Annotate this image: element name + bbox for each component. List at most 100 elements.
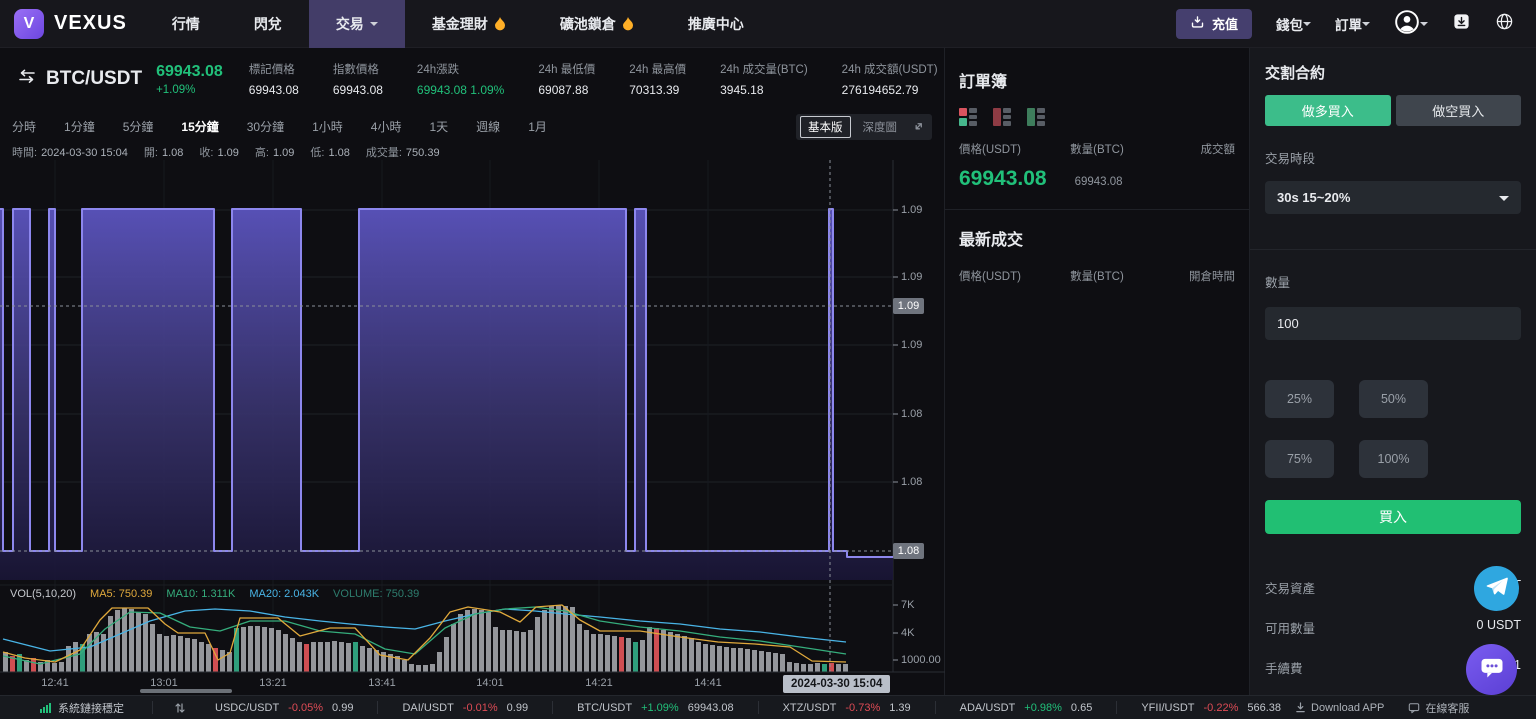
timeframe-5分鐘[interactable]: 5分鐘 xyxy=(123,118,154,135)
orderbook-view-both-icon[interactable] xyxy=(959,108,977,126)
live-chat-button[interactable] xyxy=(1466,644,1517,695)
divider xyxy=(152,701,153,714)
percent-button-25[interactable]: 25% xyxy=(1265,380,1334,418)
download-app-link[interactable]: Download APP xyxy=(1295,702,1384,714)
deposit-icon xyxy=(1190,15,1205,33)
tab-depth-view[interactable]: 深度圖 xyxy=(855,116,906,138)
orderbook-view-asks-icon[interactable] xyxy=(993,108,1011,126)
pair-symbol: BTC/USDT xyxy=(46,68,143,89)
chevron-down-icon xyxy=(1362,21,1370,30)
col-amount: 數量(BTC) xyxy=(1070,271,1124,283)
divider xyxy=(377,701,379,714)
expand-chart-icon[interactable] xyxy=(909,120,928,133)
connection-status-label: 系統鏈接穩定 xyxy=(58,702,124,715)
trades-columns: 價格(USDT) 數量(BTC) 開倉時間 xyxy=(959,268,1235,284)
ohlc-readout: 時間: 2024-03-30 15:04 開: 1.08 收: 1.09 高: 1.09 低: 1… xyxy=(0,143,944,160)
ticker-pair-usdc[interactable]: USDC/USDT -0.05% 0.99 xyxy=(215,702,353,714)
orderbook-last-price-row: 69943.08 69943.08 xyxy=(959,167,1235,191)
price-change: +1.09% xyxy=(156,83,196,96)
ticker-pair-name: BTC/USDT xyxy=(577,701,633,714)
percent-button-100[interactable]: 100% xyxy=(1359,440,1428,478)
info-label: 手續費 xyxy=(1265,662,1303,676)
chat-bubble-icon xyxy=(1478,653,1506,686)
timeframe-4小時[interactable]: 4小時 xyxy=(371,118,402,135)
stat-label: 標記價格 xyxy=(248,64,295,76)
period-value: 30s 15~20% xyxy=(1277,190,1351,205)
timeframe-分時[interactable]: 分時 xyxy=(12,118,36,135)
nav-item-5[interactable]: 礦池鎖倉 xyxy=(533,0,661,48)
timeframe-bar: 分時 1分鐘 5分鐘 15分鐘 30分鐘 1小時 4小時 1天 週線 1月 基本版 深度圖 xyxy=(0,110,944,143)
trade-info-row: 可用數量 0 USDT xyxy=(1265,618,1521,637)
time-axis-label: 14:21 xyxy=(585,677,613,689)
buy-button[interactable]: 買入 xyxy=(1265,500,1521,534)
timeframe-1分鐘[interactable]: 1分鐘 xyxy=(64,118,95,135)
volume-axis-label: 1000.00 xyxy=(901,654,941,666)
ticker-pair-xtz[interactable]: XTZ/USDT -0.73% 1.39 xyxy=(783,702,911,714)
time-axis-label: 13:01 xyxy=(150,677,178,689)
candlestick-chart[interactable]: 1.09 1.09 1.09 1.08 1.08 1.09 1.08 7K 4K 1000.00 1… xyxy=(0,160,945,695)
info-label: 交易資產 xyxy=(1265,582,1316,596)
orders-menu[interactable]: 訂單 xyxy=(1335,14,1370,34)
time-axis-label: 14:41 xyxy=(694,677,722,689)
timeframe-30分鐘[interactable]: 30分鐘 xyxy=(247,118,284,135)
ticker-pair-change: -0.05% xyxy=(288,701,324,714)
nav-item-3[interactable]: 交易 xyxy=(308,0,405,48)
nav-item-1[interactable]: 行情 xyxy=(145,0,227,48)
ohlc-field: 高: 1.09 xyxy=(254,146,295,159)
tab-basic-view[interactable]: 基本版 xyxy=(800,115,851,138)
y-axis-label: 1.08 xyxy=(901,408,923,420)
ticker-pair-btc[interactable]: BTC/USDT +1.09% 69943.08 xyxy=(577,702,734,714)
ticker-pair-price: 0.99 xyxy=(506,701,529,714)
pair-stat: 指數價格 69943.08 xyxy=(333,61,383,97)
timeframe-1天[interactable]: 1天 xyxy=(429,118,448,135)
period-select[interactable]: 30s 15~20% xyxy=(1265,181,1521,214)
swap-pair-icon[interactable] xyxy=(18,69,36,89)
amount-input[interactable] xyxy=(1265,307,1521,340)
download-app-button[interactable] xyxy=(1452,12,1471,36)
stat-value: 69087.88 xyxy=(538,83,589,97)
language-selector[interactable] xyxy=(1495,12,1514,36)
timeframe-週線[interactable]: 週線 xyxy=(476,118,500,135)
ohlc-field: 低: 1.08 xyxy=(310,146,350,159)
orderbook-columns: 價格(USDT) 數量(BTC) 成交額 xyxy=(959,141,1235,157)
chevron-down-icon xyxy=(1499,195,1509,206)
nav-item-4[interactable]: 基金理財 xyxy=(405,0,533,48)
ticker-pair-name: YFII/USDT xyxy=(1141,701,1195,714)
chart-scrollbar-thumb[interactable] xyxy=(140,689,232,693)
percent-button-75[interactable]: 75% xyxy=(1265,440,1334,478)
nav-item-2[interactable]: 閃兌 xyxy=(227,0,309,48)
chart-canvas[interactable] xyxy=(0,160,945,695)
flame-icon xyxy=(494,16,505,30)
timeframe-1小時[interactable]: 1小時 xyxy=(312,118,343,135)
account-menu[interactable] xyxy=(1394,9,1428,38)
wallet-menu[interactable]: 錢包 xyxy=(1276,14,1311,34)
y-axis-label: 1.08 xyxy=(901,476,923,488)
nav-item-label: 礦池鎖倉 xyxy=(559,15,616,32)
divider xyxy=(945,209,1249,210)
volume-axis-label: 4K xyxy=(901,627,915,639)
percent-button-50[interactable]: 50% xyxy=(1359,380,1428,418)
volume-legend: VOL(5,10,20) MA5: 750.39 MA10: 1.311K MA20:… xyxy=(10,588,419,600)
col-total: 成交額 xyxy=(1200,144,1236,156)
timeframe-1月[interactable]: 1月 xyxy=(528,118,547,135)
wallet-label: 錢包 xyxy=(1276,17,1303,33)
pair-stat: 24h 成交額(USDT) 276194652.79 xyxy=(842,61,938,97)
timeframe-15分鐘[interactable]: 15分鐘 xyxy=(181,118,218,135)
ticker-pair-dai[interactable]: DAI/USDT -0.01% 0.99 xyxy=(402,702,528,714)
online-support-link[interactable]: 在線客服 xyxy=(1408,700,1469,716)
ticker-pair-yfii[interactable]: YFII/USDT -0.22% 566.38 xyxy=(1141,702,1281,714)
ohlc-field: 成交量: 750.39 xyxy=(365,146,440,159)
long-buy-button[interactable]: 做多買入 xyxy=(1265,95,1391,126)
stat-value: 3945.18 xyxy=(720,83,764,97)
nav-item-6[interactable]: 推廣中心 xyxy=(661,0,771,48)
orderbook-view-bids-icon[interactable] xyxy=(1027,108,1045,126)
ticker-pair-ada[interactable]: ADA/USDT +0.98% 0.65 xyxy=(960,702,1093,714)
recharge-button[interactable]: 充值 xyxy=(1175,8,1252,39)
ticker-pair-change: -0.01% xyxy=(462,701,498,714)
brand[interactable]: V VEXUS xyxy=(0,8,145,39)
telegram-button[interactable] xyxy=(1474,566,1519,611)
short-buy-button[interactable]: 做空買入 xyxy=(1395,95,1521,126)
stat-value: 276194652.79 xyxy=(841,83,919,97)
orderbook-view-icons xyxy=(959,108,1235,126)
download-icon xyxy=(1296,702,1305,713)
